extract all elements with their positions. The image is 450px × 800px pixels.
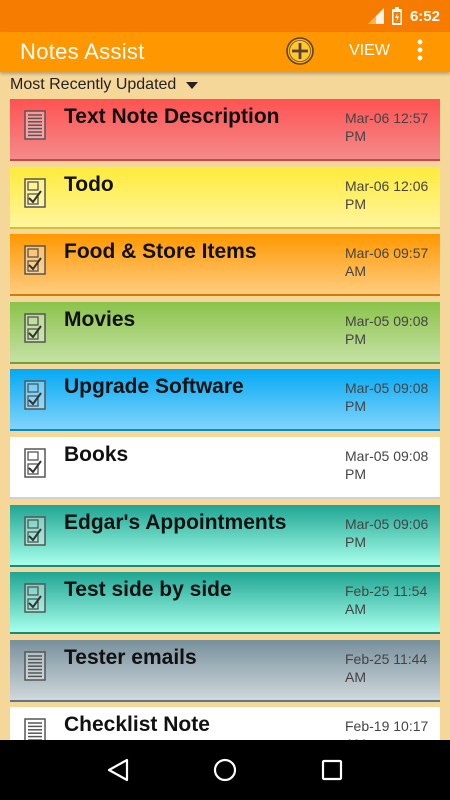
battery-icon (391, 7, 402, 25)
more-vert-icon (417, 39, 423, 61)
note-date: Mar-05 09:08 PM (345, 447, 429, 482)
status-bar: 6:52 (0, 0, 450, 32)
text-note-icon (24, 651, 46, 681)
note-title: Text Note Description (64, 105, 280, 128)
note-item[interactable]: Edgar's Appointments Mar-05 09:06 PM (10, 504, 440, 567)
checklist-note-icon (24, 448, 46, 478)
checklist-note-icon (24, 515, 46, 546)
system-nav-bar (0, 740, 450, 800)
notes-list[interactable]: Text Note Description Mar-06 12:57 PM Todo… (10, 99, 440, 775)
note-title: Edgar's Appointments (64, 510, 287, 534)
note-title: Test side by side (64, 578, 232, 602)
add-note-button[interactable] (285, 36, 315, 66)
note-date: Mar-05 09:08 PM (345, 312, 429, 347)
checklist-note-icon (24, 313, 46, 343)
nav-home-button[interactable] (210, 755, 240, 785)
note-date: Mar-06 09:57 AM (345, 245, 429, 280)
note-title: Todo (64, 172, 114, 196)
text-note-icon (24, 110, 46, 140)
sort-dropdown[interactable]: Most Recently Updated (0, 72, 450, 98)
note-date: Mar-05 09:08 PM (345, 380, 429, 415)
note-date: Mar-06 12:57 PM (345, 110, 429, 144)
nav-recents-button[interactable] (317, 755, 347, 785)
checklist-note-icon (24, 177, 46, 208)
checklist-note-icon (24, 583, 46, 613)
note-item[interactable]: Books Mar-05 09:08 PM (10, 436, 440, 499)
note-item[interactable]: Upgrade Software Mar-05 09:08 PM (10, 369, 440, 432)
checklist-note-icon (24, 380, 46, 411)
dropdown-arrow-icon (186, 81, 199, 89)
home-circle-icon (213, 758, 237, 782)
note-date: Mar-05 09:06 PM (345, 515, 429, 550)
note-item[interactable]: Test side by side Feb-25 11:54 AM (10, 572, 440, 635)
signal-icon (367, 8, 384, 24)
note-title: Upgrade Software (64, 375, 244, 399)
note-title: Food & Store Items (64, 240, 257, 264)
note-item[interactable]: Movies Mar-05 09:08 PM (10, 301, 440, 364)
recents-square-icon (321, 759, 342, 781)
note-title: Movies (64, 307, 136, 331)
note-item[interactable]: Tester emails Feb-25 11:44 AM (10, 639, 440, 702)
note-title: Tester emails (64, 645, 197, 669)
sort-selected-label: Most Recently Updated (10, 76, 177, 93)
plus-circle-icon (286, 37, 314, 65)
app-title: Notes Assist (20, 39, 145, 64)
note-date: Feb-25 11:44 AM (345, 650, 428, 685)
status-time: 6:52 (409, 7, 440, 25)
note-item[interactable]: Todo Mar-06 12:06 PM (10, 166, 440, 229)
note-date: Feb-25 11:54 AM (345, 583, 428, 618)
note-item[interactable]: Food & Store Items Mar-06 09:57 AM (10, 234, 440, 297)
note-title: Books (64, 442, 129, 466)
back-triangle-icon (108, 758, 129, 782)
note-date: Mar-06 12:06 PM (345, 177, 429, 212)
nav-back-button[interactable] (103, 755, 133, 785)
note-item[interactable]: Text Note Description Mar-06 12:57 PM (10, 99, 440, 161)
overflow-menu-button[interactable] (412, 38, 428, 64)
checklist-note-icon (24, 245, 46, 275)
app-bar: Notes Assist VIEW (0, 32, 450, 72)
note-title: Checklist Note (64, 713, 210, 737)
view-button[interactable]: VIEW (349, 42, 390, 60)
